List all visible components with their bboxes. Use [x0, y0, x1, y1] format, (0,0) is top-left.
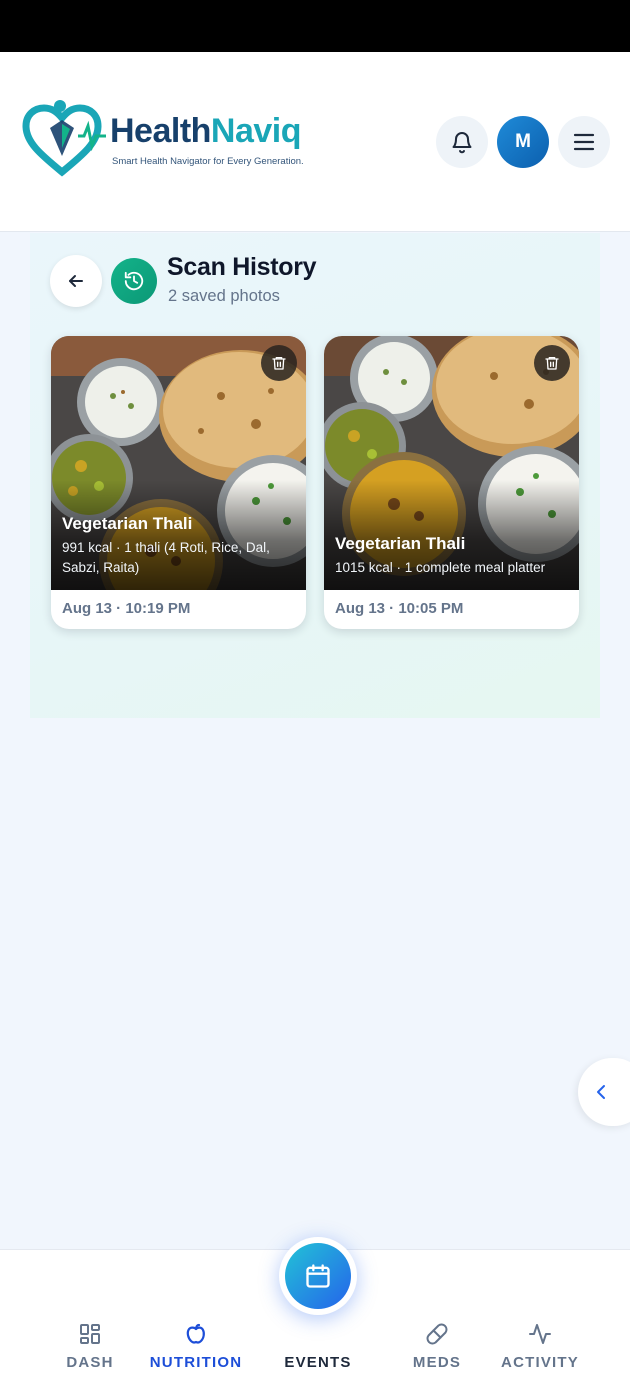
menu-button[interactable]	[558, 116, 610, 168]
arrow-left-icon	[69, 275, 83, 287]
grid-icon[interactable]	[78, 1322, 102, 1346]
brand-name-naviq: Naviq	[210, 112, 302, 150]
brand-name-health: Health	[110, 112, 211, 150]
delete-scan-button[interactable]	[261, 345, 297, 381]
app-header: HealthNaviq Smart Health Navigator for E…	[0, 52, 630, 232]
calendar-icon	[306, 1264, 330, 1288]
scan-title: Vegetarian Thali	[335, 534, 466, 553]
nav-events-label[interactable]: EVENTS	[253, 1354, 383, 1371]
scan-date: Aug 13 · 10:05 PM	[335, 600, 464, 617]
side-drawer-tab[interactable]	[578, 1058, 630, 1126]
apple-icon[interactable]	[184, 1322, 208, 1346]
trash-icon	[272, 357, 286, 370]
menu-icon	[573, 133, 595, 151]
user-avatar[interactable]: M	[497, 116, 549, 168]
app-logo[interactable]: HealthNaviq Smart Health Navigator for E…	[22, 98, 312, 180]
back-button[interactable]	[50, 255, 102, 307]
pill-icon[interactable]	[425, 1322, 449, 1346]
activity-icon[interactable]	[528, 1322, 552, 1346]
events-fab-inner	[285, 1243, 351, 1309]
scan-info: Vegetarian Thali 1015 kcal · 1 complete …	[335, 534, 571, 578]
scan-card[interactable]: Vegetarian Thali 991 kcal · 1 thali (4 R…	[51, 336, 306, 629]
food-photo: Vegetarian Thali 1015 kcal · 1 complete …	[324, 336, 579, 590]
brand-name: HealthNaviq	[110, 112, 302, 151]
page-title: Scan History	[167, 253, 317, 281]
nav-activity-label[interactable]: ACTIVITY	[475, 1354, 605, 1371]
events-fab[interactable]	[279, 1237, 357, 1315]
scan-info: Vegetarian Thali 991 kcal · 1 thali (4 R…	[62, 514, 298, 578]
chevron-left-icon	[597, 1085, 605, 1099]
scan-description: 991 kcal · 1 thali (4 Roti, Rice, Dal, S…	[62, 540, 270, 575]
bell-icon	[452, 132, 472, 154]
notifications-button[interactable]	[436, 116, 488, 168]
history-icon	[111, 258, 157, 304]
logo-heart-icon	[22, 100, 106, 177]
scan-card[interactable]: Vegetarian Thali 1015 kcal · 1 complete …	[324, 336, 579, 629]
trash-icon	[545, 357, 559, 370]
brand-tagline: Smart Health Navigator for Every Generat…	[112, 156, 304, 167]
scan-date: Aug 13 · 10:19 PM	[62, 600, 191, 617]
food-photo: Vegetarian Thali 991 kcal · 1 thali (4 R…	[51, 336, 306, 590]
status-bar	[0, 0, 630, 52]
page-subtitle: 2 saved photos	[168, 287, 280, 305]
scan-description: 1015 kcal · 1 complete meal platter	[335, 560, 546, 575]
nav-nutrition-label[interactable]: NUTRITION	[131, 1354, 261, 1371]
delete-scan-button[interactable]	[534, 345, 570, 381]
scan-title: Vegetarian Thali	[62, 514, 193, 533]
